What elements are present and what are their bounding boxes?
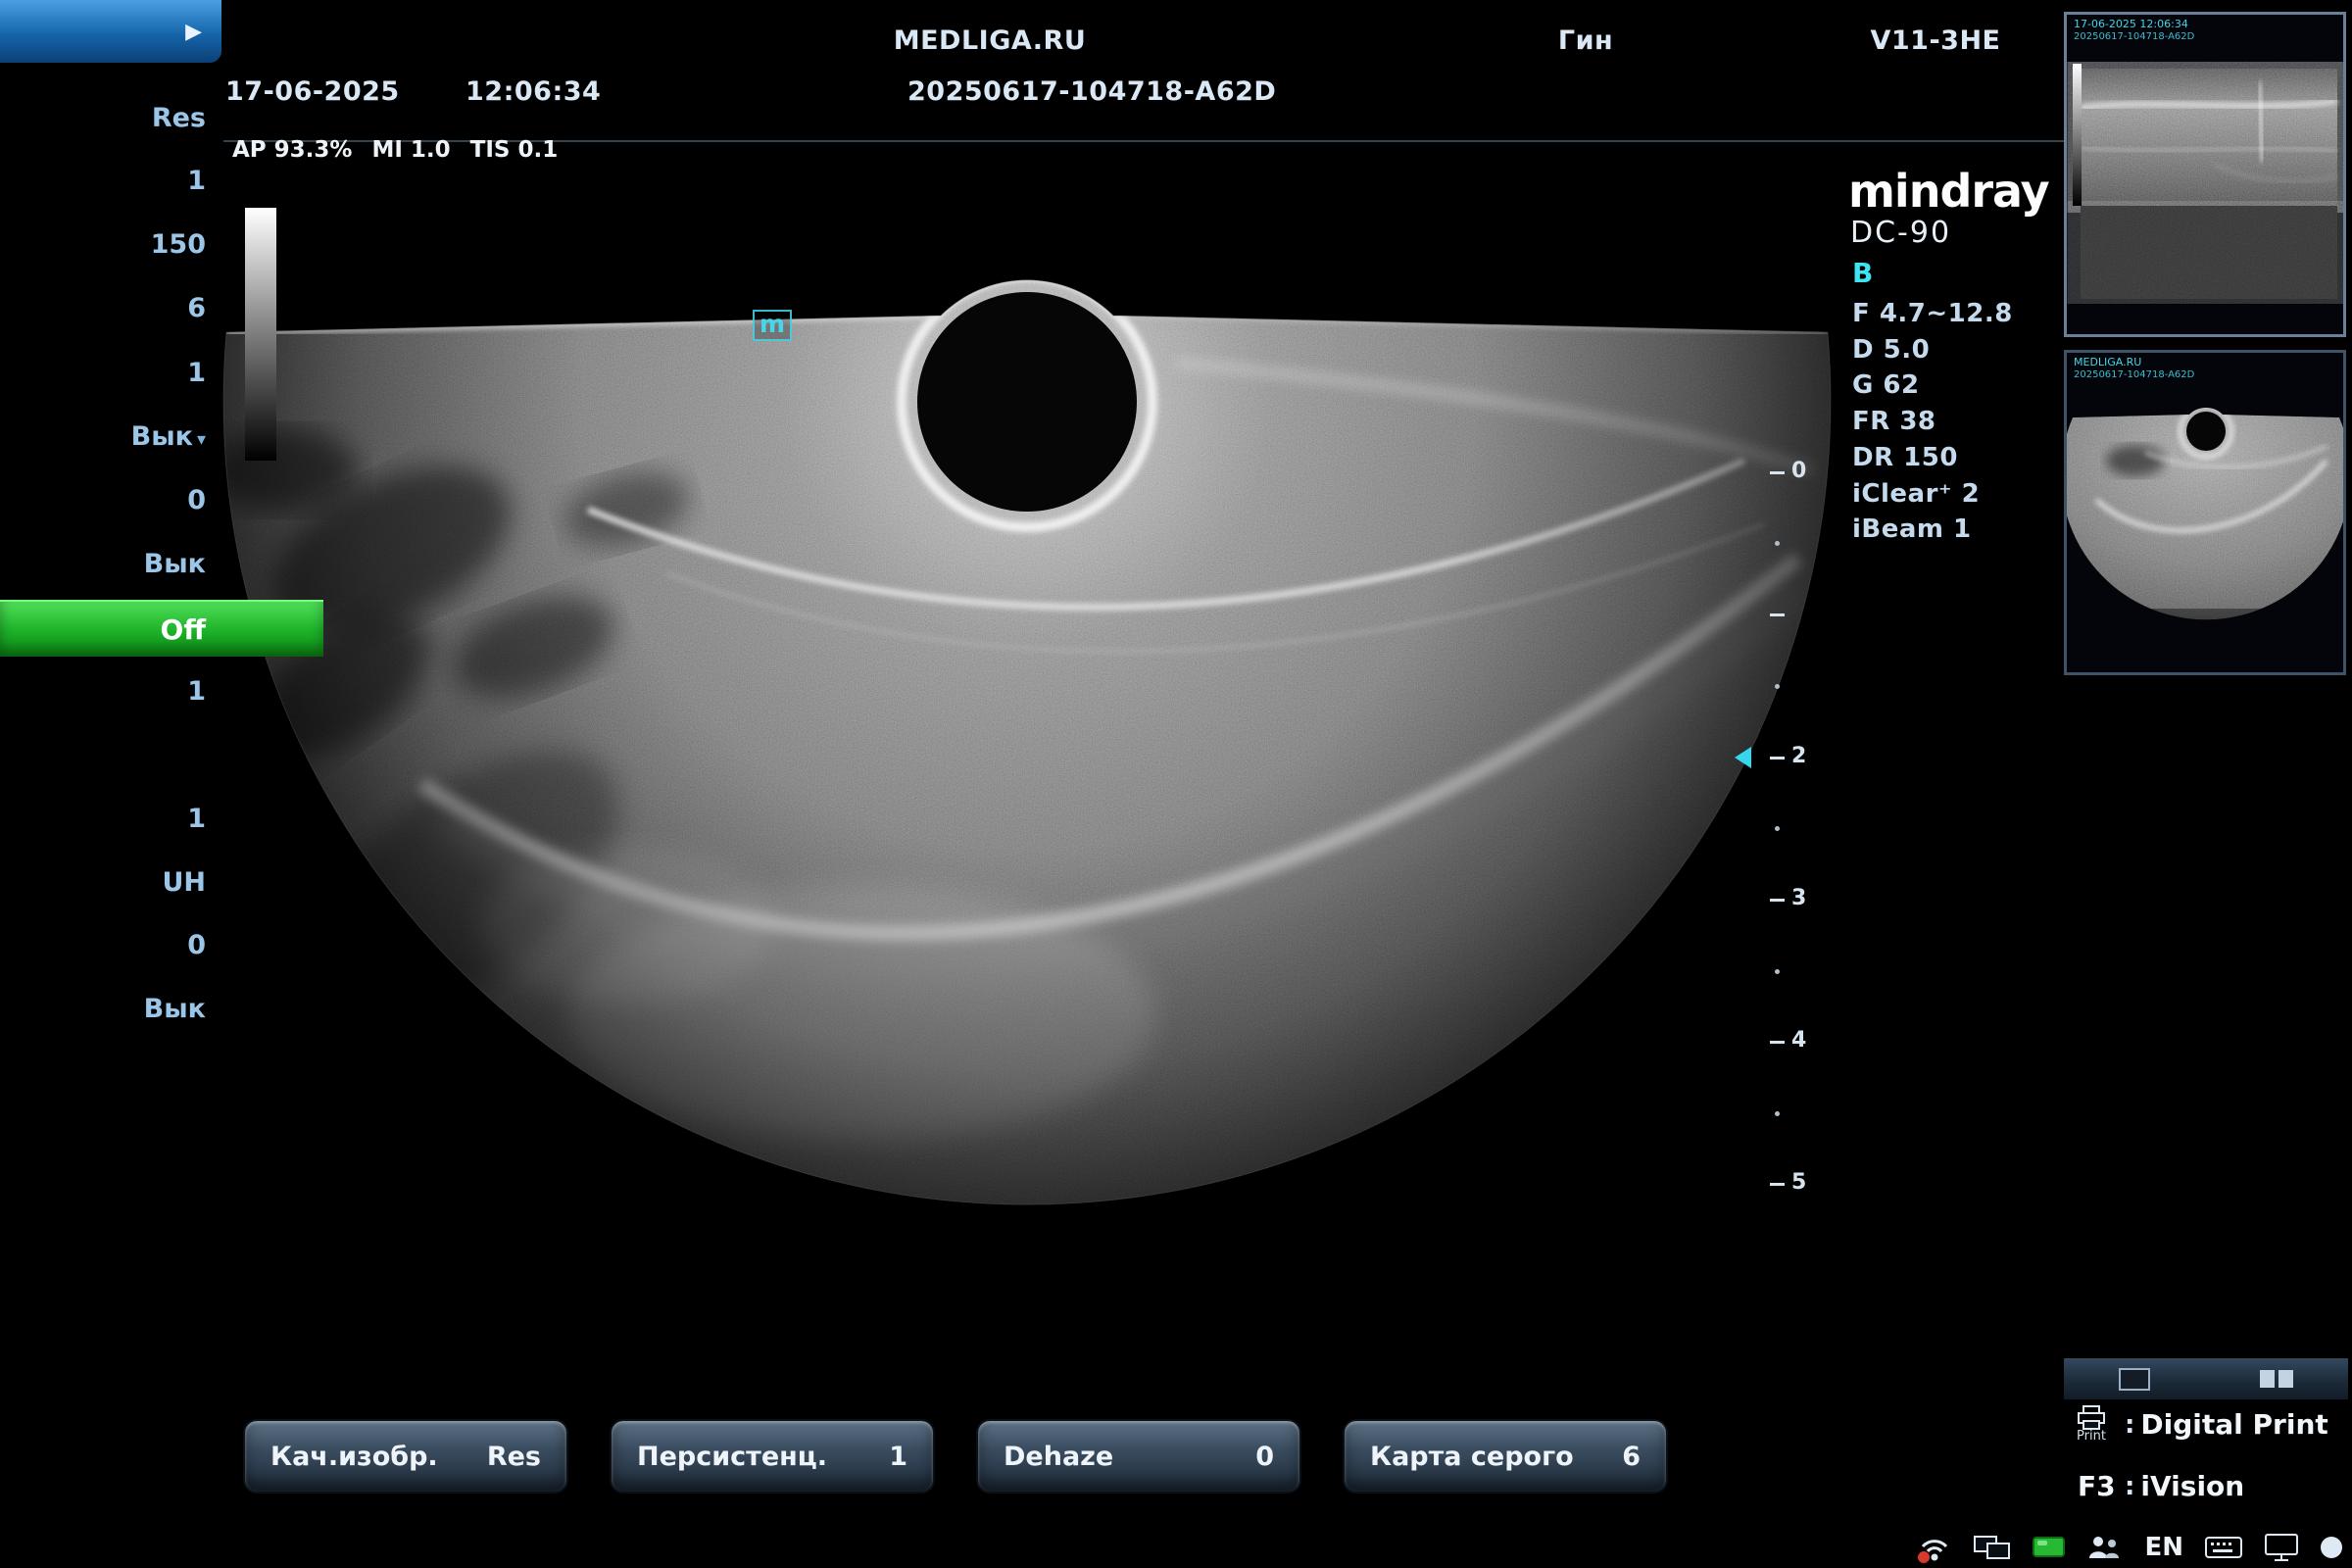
softkey-dehaze[interactable]: Dehaze0 (976, 1419, 1301, 1494)
param-dynamic-range: DR 150 (1852, 443, 1958, 472)
patient-id: 20250617-104718-A62D (907, 76, 1276, 107)
brand-logo: mindray (1848, 165, 2049, 218)
depth-label-0: 0 (1791, 459, 1806, 483)
exam-time: 12:06:34 (466, 76, 601, 107)
system-taskbar: EN (1917, 1531, 2342, 1564)
left-param-6[interactable]: 0 (0, 485, 206, 515)
exam-preset: Гин (1558, 25, 1613, 56)
left-param-10[interactable]: 1 (0, 804, 206, 834)
single-layout-icon[interactable] (2119, 1368, 2150, 1391)
left-param-res[interactable]: Res (0, 103, 206, 133)
ultrasound-image[interactable] (0, 0, 2352, 1568)
left-param-uh[interactable]: UH (0, 867, 206, 898)
depth-label-4: 4 (1791, 1028, 1806, 1053)
param-framerate: FR 38 (1852, 407, 1936, 436)
left-param-9[interactable]: 1 (0, 676, 206, 707)
probe-model: V11-3HE (1870, 25, 2000, 56)
f3-shortcut-row[interactable]: F3 : iVision (2064, 1470, 2348, 1502)
hospital-name: MEDLIGA.RU (894, 25, 1087, 56)
left-param-13[interactable]: Вык (0, 994, 206, 1024)
wifi-icon[interactable] (1917, 1531, 1952, 1564)
thumbnail-2-image (2067, 353, 2343, 672)
dual-display-icon[interactable] (1974, 1533, 2011, 1562)
softkey-gray-map[interactable]: Карта серого6 (1343, 1419, 1668, 1494)
param-gain: G 62 (1852, 370, 1920, 400)
ap-value: AP 93.3% (232, 137, 352, 163)
left-param-1[interactable]: 1 (0, 166, 206, 196)
focus-position-marker (1735, 747, 1751, 768)
probe-notch (917, 292, 1137, 512)
tis-value: TIS 0.1 (470, 137, 559, 163)
acoustic-output-readout: AP 93.3% MI 1.0 TIS 0.1 (232, 137, 577, 163)
softkey-persistence[interactable]: Персистенц.1 (610, 1419, 935, 1494)
param-frequency: F 4.7~12.8 (1852, 299, 2013, 328)
side-menu-tab[interactable]: ▶ (0, 0, 221, 63)
param-ibeam: iBeam 1 (1852, 514, 1972, 544)
storage-status-icon[interactable] (2033, 1535, 2066, 1560)
left-param-12[interactable]: 0 (0, 930, 206, 960)
left-param-off-highlighted[interactable]: Off (0, 600, 323, 657)
mi-value: MI 1.0 (371, 137, 450, 163)
ultrasound-screen: ▶ MEDLIGA.RU Гин V11-3HE 17-06-2025 12:0… (0, 0, 2352, 1568)
status-dot-icon (2321, 1537, 2342, 1558)
depth-label-3: 3 (1791, 886, 1806, 910)
param-depth: D 5.0 (1852, 335, 1930, 365)
depth-label-2: 2 (1791, 744, 1806, 768)
tab-arrow-icon: ▶ (185, 20, 202, 44)
dual-layout-icon[interactable] (2260, 1370, 2293, 1388)
thumbnail-2-id: 20250617-104718-A62D (2074, 369, 2194, 380)
thumbnail-2[interactable]: MEDLIGA.RU 20250617-104718-A62D (2064, 350, 2346, 675)
thumbnail-2-caption: MEDLIGA.RU (2074, 356, 2141, 368)
ivision-label: iVision (2140, 1470, 2244, 1502)
thumbnail-1-caption: 17-06-2025 12:06:34 (2074, 18, 2188, 30)
exam-date: 17-06-2025 (225, 76, 400, 107)
print-shortcut-row[interactable]: Print : Digital Print (2064, 1405, 2348, 1444)
softkey-image-quality[interactable]: Кач.изобр.Res (243, 1419, 568, 1494)
users-icon[interactable] (2087, 1533, 2123, 1562)
mode-indicator: B (1852, 257, 1873, 289)
depth-label-5: 5 (1791, 1170, 1806, 1195)
dropdown-caret-icon: ▾ (197, 429, 206, 450)
left-param-7[interactable]: Вык (0, 549, 206, 579)
layout-toggle-bar (2064, 1358, 2348, 1399)
thumbnail-1[interactable]: 17-06-2025 12:06:34 20250617-104718-A62D (2064, 12, 2346, 337)
probe-orientation-marker: m (753, 310, 792, 341)
device-model: DC-90 (1850, 216, 1951, 250)
printer-icon (2077, 1405, 2106, 1431)
thumbnail-1-id: 20250617-104718-A62D (2074, 31, 2194, 42)
thumbnail-1-image (2067, 15, 2343, 334)
keyboard-icon[interactable] (2205, 1535, 2242, 1560)
f3-key-label: F3 (2078, 1470, 2119, 1502)
left-param-4[interactable]: 1 (0, 358, 206, 388)
left-param-3[interactable]: 6 (0, 293, 206, 323)
grayscale-bar (245, 208, 276, 461)
left-param-dropdown[interactable]: Вык▾ (0, 421, 206, 452)
digital-print-label: Digital Print (2140, 1408, 2328, 1441)
param-iclear: iClear⁺ 2 (1852, 479, 1980, 509)
display-icon[interactable] (2264, 1533, 2299, 1562)
language-indicator[interactable]: EN (2144, 1533, 2183, 1562)
print-caption: Print (2077, 1429, 2106, 1444)
left-param-2[interactable]: 150 (0, 229, 206, 260)
